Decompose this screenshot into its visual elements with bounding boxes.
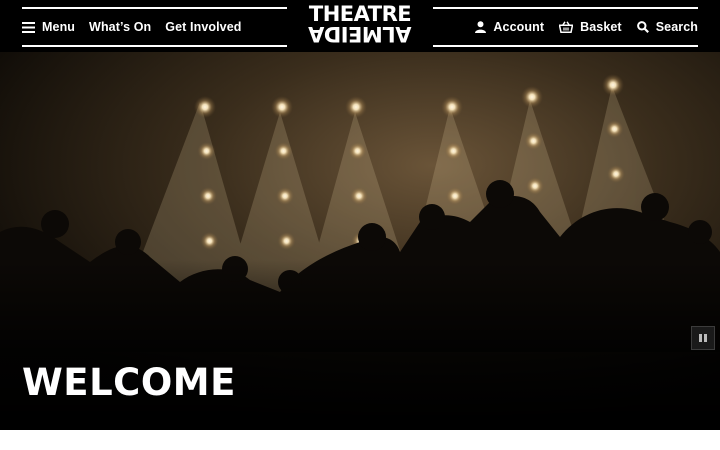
user-icon (475, 21, 487, 33)
menu-button[interactable]: Menu (22, 20, 75, 34)
hero-heading: WELCOME (22, 361, 236, 404)
header-rule-top-left (22, 7, 287, 9)
header-rule-bottom-right (433, 45, 698, 47)
nav-link-get-involved[interactable]: Get Involved (165, 20, 241, 34)
search-button[interactable]: Search (636, 20, 698, 34)
basket-button[interactable]: Basket (559, 20, 622, 34)
menu-label: Menu (42, 20, 76, 34)
header-rule-top-right (433, 7, 698, 9)
search-icon (636, 21, 649, 33)
whats-on-label: What’s On (89, 20, 152, 34)
utility-nav: Account Basket Search (460, 16, 698, 38)
search-label: Search (655, 20, 698, 34)
get-involved-label: Get Involved (165, 20, 242, 34)
basket-label: Basket (580, 20, 622, 34)
pause-icon-bar (704, 334, 707, 342)
page-content-start (0, 430, 720, 450)
account-button[interactable]: Account (475, 20, 544, 34)
pause-button[interactable] (691, 326, 715, 350)
pause-icon (699, 334, 702, 342)
primary-nav: Menu What’s On Get Involved (22, 16, 256, 38)
header-rule-bottom-left (22, 45, 287, 47)
site-header: Menu What’s On Get Involved THEATRE ALME… (0, 0, 720, 52)
nav-link-whats-on[interactable]: What’s On (89, 20, 151, 34)
basket-icon (559, 21, 574, 33)
site-logo[interactable]: THEATRE ALMEIDA (298, 4, 422, 48)
hero-banner: WELCOME (0, 52, 720, 430)
page: Menu What’s On Get Involved THEATRE ALME… (0, 0, 720, 450)
logo-word-almeida: ALMEIDA (308, 22, 412, 46)
logo-word-theatre: THEATRE (308, 2, 412, 26)
menu-icon (22, 21, 35, 33)
account-label: Account (493, 20, 545, 34)
